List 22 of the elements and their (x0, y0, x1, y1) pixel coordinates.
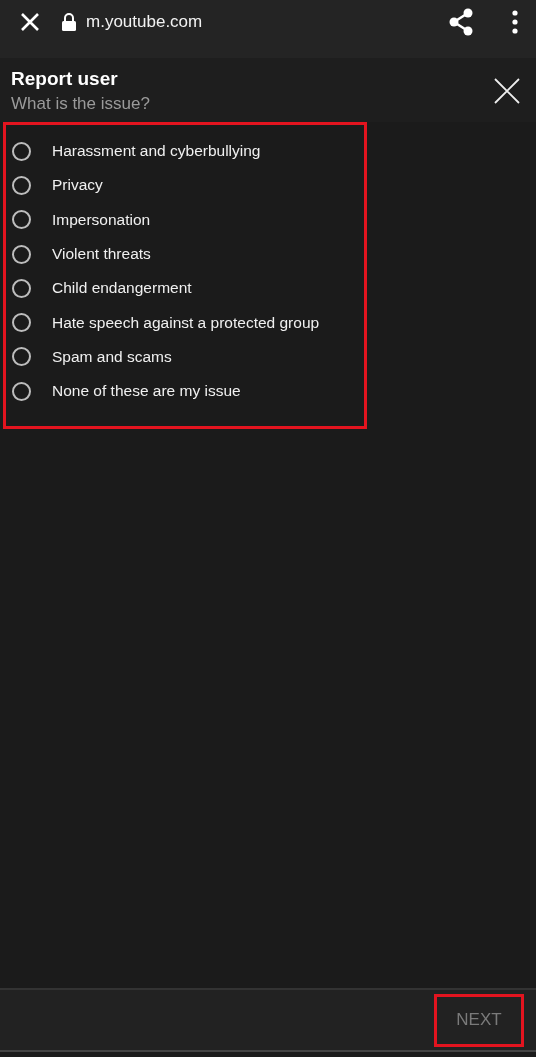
option-label: Privacy (52, 176, 103, 195)
option-label: Harassment and cyberbullying (52, 142, 261, 161)
radio-button[interactable] (12, 210, 31, 230)
radio-button[interactable] (12, 175, 31, 195)
radio-button[interactable] (12, 244, 31, 264)
more-menu-icon[interactable] (512, 9, 518, 34)
option-label: Impersonation (52, 210, 151, 229)
dialog-subtitle: What is the issue? (11, 94, 151, 114)
option-label: Child endangerment (52, 279, 192, 298)
radio-button[interactable] (12, 278, 31, 298)
radio-button[interactable] (12, 141, 31, 161)
option-label: Spam and scams (52, 347, 172, 366)
dialog-title: Report user (11, 68, 119, 90)
close-icon[interactable] (494, 78, 520, 104)
option-label: None of these are my issue (52, 382, 241, 401)
option-label: Violent threats (52, 245, 151, 264)
radio-button[interactable] (12, 381, 31, 401)
radio-button[interactable] (12, 347, 31, 367)
radio-button[interactable] (12, 313, 31, 333)
lock-icon (62, 12, 76, 31)
option-label: Hate speech against a protected group (52, 313, 320, 332)
share-icon[interactable] (448, 7, 474, 36)
